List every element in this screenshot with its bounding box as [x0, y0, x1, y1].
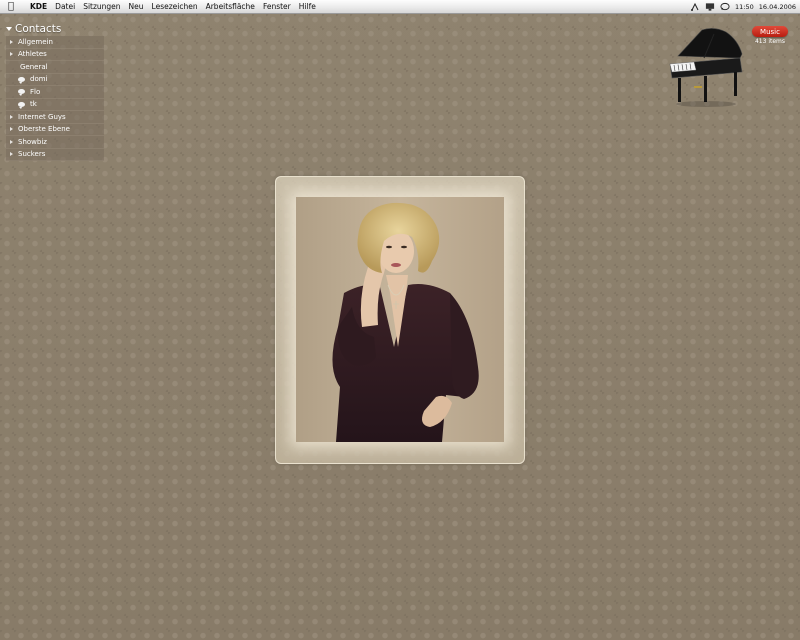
menu-neu[interactable]: Neu [125, 0, 148, 14]
contact-group-showbiz[interactable]: Showbiz [6, 136, 104, 149]
music-badge[interactable]: Music [752, 26, 788, 37]
contacts-widget: Contacts Allgemein Athletes General domi… [6, 21, 104, 161]
menu-lesezeichen[interactable]: Lesezeichen [148, 0, 202, 14]
network-icon[interactable] [690, 2, 700, 12]
contact-item-domi[interactable]: domi [6, 73, 104, 86]
contacts-header[interactable]: Contacts [6, 21, 104, 36]
collapse-triangle-icon[interactable] [6, 26, 12, 31]
system-tray: 11:50 16.04.2006 [690, 2, 800, 12]
contact-group-label: General [20, 62, 48, 71]
chat-bubble-icon [18, 89, 25, 97]
clock-time[interactable]: 11:50 [735, 3, 754, 11]
expand-triangle-icon[interactable] [10, 127, 13, 132]
contact-group-oberste-ebene[interactable]: Oberste Ebene [6, 123, 104, 136]
contact-group-suckers[interactable]: Suckers [6, 148, 104, 161]
framed-photo [296, 197, 504, 442]
contact-group-label: Showbiz [18, 137, 47, 146]
chat-bubble-icon [18, 76, 25, 84]
contact-group-label: Athletes [18, 50, 47, 59]
contact-label: tk [30, 100, 37, 109]
contact-group-label: Allgemein [18, 37, 53, 46]
menu-arbeitsflaeche[interactable]: Arbeitsfläche [202, 0, 259, 14]
contact-group-label: Suckers [18, 150, 46, 159]
menu-hilfe[interactable]: Hilfe [295, 0, 320, 14]
expand-triangle-icon[interactable] [10, 152, 13, 157]
menu-datei[interactable]: Datei [51, 0, 79, 14]
contact-group-internet-guys[interactable]: Internet Guys [6, 111, 104, 124]
expand-triangle-icon[interactable] [10, 139, 13, 144]
chat-bubble-icon[interactable] [720, 2, 730, 12]
expand-triangle-icon[interactable] [10, 114, 13, 119]
contact-group-label: Internet Guys [18, 112, 66, 121]
grand-piano-icon[interactable] [664, 24, 746, 108]
expand-triangle-icon[interactable] [10, 52, 13, 57]
contact-group-general[interactable]: General [6, 61, 104, 74]
menu-app-kde[interactable]: KDE [22, 0, 51, 14]
menubar:  KDE Datei Sitzungen Neu Lesezeichen Ar… [0, 0, 800, 14]
photo-frame-widget[interactable] [275, 176, 525, 464]
contact-item-tk[interactable]: tk [6, 98, 104, 111]
contact-group-label: Oberste Ebene [18, 125, 70, 134]
contacts-title: Contacts [15, 22, 62, 35]
monitor-icon[interactable] [705, 2, 715, 12]
contact-group-athletes[interactable]: Athletes [6, 48, 104, 61]
chat-bubble-icon [18, 101, 25, 109]
contact-label: domi [30, 75, 48, 84]
menu-sitzungen[interactable]: Sitzungen [79, 0, 124, 14]
music-widget[interactable]: Music 413 items [664, 24, 796, 108]
music-item-count: 413 items [754, 38, 786, 45]
contact-item-flo[interactable]: Flo [6, 86, 104, 99]
clock-date[interactable]: 16.04.2006 [759, 3, 796, 11]
expand-triangle-icon[interactable] [10, 39, 13, 44]
contact-label: Flo [30, 87, 41, 96]
contact-group-allgemein[interactable]: Allgemein [6, 36, 104, 49]
menu-fenster[interactable]: Fenster [259, 0, 295, 14]
apple-menu-icon[interactable]:  [0, 0, 22, 14]
